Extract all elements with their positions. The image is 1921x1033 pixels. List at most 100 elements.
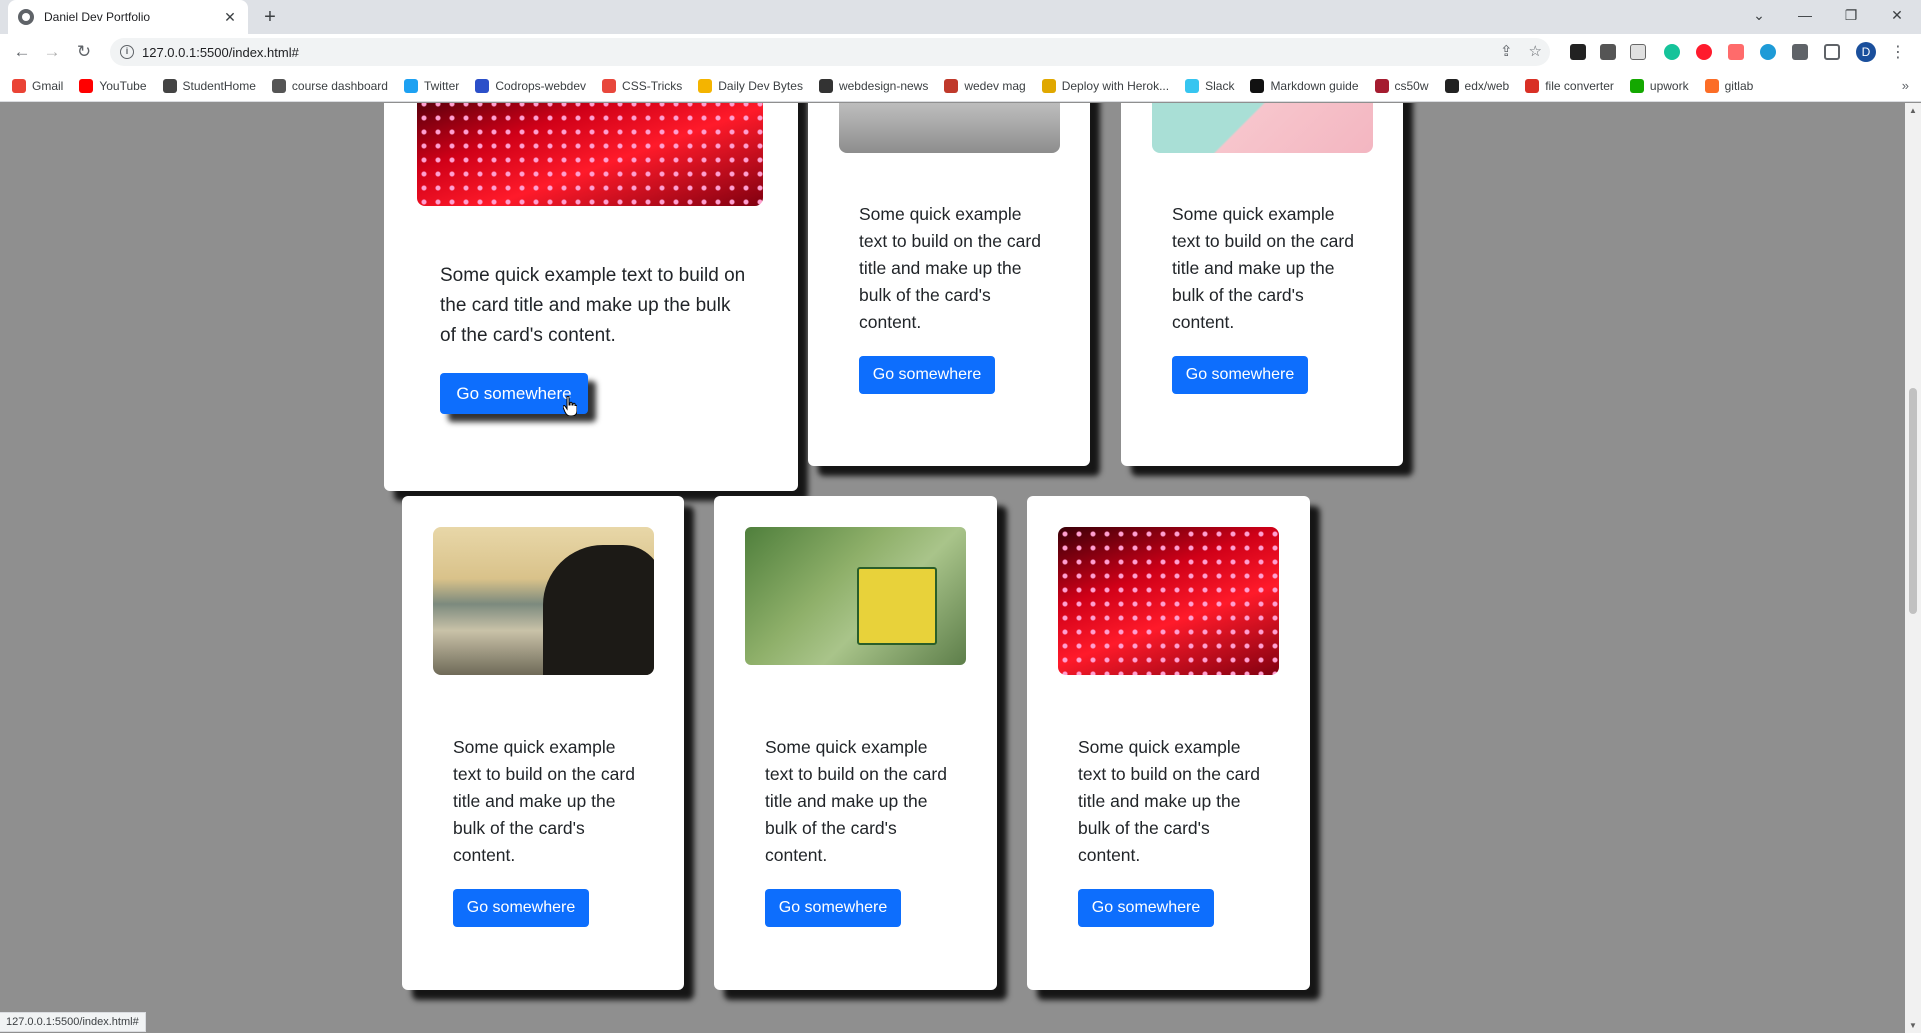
- extension-icon[interactable]: [1728, 44, 1744, 60]
- bookmark-item[interactable]: wedev mag: [944, 78, 1026, 93]
- bookmark-label: Slack: [1205, 78, 1235, 93]
- go-somewhere-button[interactable]: Go somewhere: [859, 356, 995, 394]
- bookmark-label: CSS-Tricks: [622, 78, 683, 93]
- tab-daniel-dev-portfolio[interactable]: Daniel Dev Portfolio ✕: [8, 0, 248, 34]
- bookmark-item[interactable]: Daily Dev Bytes: [698, 78, 803, 93]
- more-menu-icon[interactable]: ⋮: [1890, 42, 1906, 62]
- extension-icon[interactable]: [1760, 44, 1776, 60]
- more-bookmarks-icon[interactable]: »: [1902, 78, 1909, 93]
- bookmark-favicon-icon: [1250, 78, 1265, 93]
- bookmark-item[interactable]: upwork: [1629, 78, 1689, 93]
- bookmark-item[interactable]: Twitter: [403, 78, 459, 93]
- go-somewhere-button[interactable]: Go somewhere: [1078, 889, 1214, 927]
- extension-icon[interactable]: [1570, 44, 1586, 60]
- bookmark-item[interactable]: cs50w: [1374, 78, 1429, 93]
- bookmark-favicon-icon: [1444, 78, 1459, 93]
- extension-icon[interactable]: [1600, 44, 1616, 60]
- bookmark-favicon-icon: [1525, 78, 1540, 93]
- bookmark-label: edx/web: [1464, 78, 1510, 93]
- share-icon[interactable]: ⇪: [1500, 42, 1513, 60]
- browser-toolbar: ← → ↻ i 127.0.0.1:5500/index.html# ⇪ ☆ D…: [0, 34, 1921, 70]
- bookmark-item[interactable]: YouTube: [79, 78, 147, 93]
- scroll-up-icon[interactable]: ▲: [1909, 106, 1917, 115]
- bookmark-label: wedev mag: [964, 78, 1026, 93]
- globe-icon: [18, 9, 34, 25]
- bookmark-item[interactable]: edx/web: [1444, 78, 1510, 93]
- bookmark-favicon-icon: [1374, 78, 1389, 93]
- bookmark-label: upwork: [1649, 78, 1689, 93]
- bookmark-favicon-icon: [1041, 78, 1056, 93]
- bookmark-label: Gmail: [32, 78, 64, 93]
- card-text: Some quick example text to build on the …: [440, 265, 746, 346]
- site-info-icon[interactable]: i: [120, 45, 134, 59]
- opera-icon[interactable]: [1696, 44, 1712, 60]
- bookmark-item[interactable]: course dashboard: [271, 78, 388, 93]
- card-image: [433, 527, 654, 675]
- bookmark-star-icon[interactable]: ☆: [1529, 42, 1542, 60]
- bookmark-item[interactable]: gitlab: [1704, 78, 1753, 93]
- bookmark-item[interactable]: Slack: [1185, 78, 1235, 93]
- bookmark-item[interactable]: Codrops-webdev: [475, 78, 587, 93]
- bookmark-label: Daily Dev Bytes: [718, 78, 803, 93]
- tab-strip: Daniel Dev Portfolio ✕ + ⌄ — ❐ ✕: [0, 0, 1921, 34]
- project-card: Some quick example text to build on the …: [402, 496, 684, 990]
- bookmark-label: Markdown guide: [1270, 78, 1359, 93]
- tab-search-icon[interactable]: ⌄: [1736, 0, 1782, 30]
- bookmark-favicon-icon: [12, 78, 26, 93]
- side-panel-icon[interactable]: [1824, 44, 1840, 60]
- page-scrollbar[interactable]: ▲ ▼: [1905, 103, 1921, 1033]
- close-window-button[interactable]: ✕: [1874, 0, 1920, 30]
- scrollbar-thumb[interactable]: [1909, 388, 1917, 614]
- bookmark-label: file converter: [1545, 78, 1614, 93]
- bookmark-item[interactable]: webdesign-news: [818, 78, 928, 93]
- bookmark-label: cs50w: [1394, 78, 1429, 93]
- reload-button[interactable]: ↻: [72, 41, 96, 63]
- card-image: [1152, 103, 1373, 153]
- forward-button[interactable]: →: [40, 41, 64, 63]
- bookmark-item[interactable]: file converter: [1525, 78, 1614, 93]
- bookmark-label: Codrops-webdev: [495, 78, 587, 93]
- bookmark-item[interactable]: Deploy with Herok...: [1041, 78, 1170, 93]
- card-image: [839, 103, 1060, 153]
- card-text: Some quick example text to build on the …: [1078, 737, 1260, 865]
- bookmark-favicon-icon: [475, 78, 490, 93]
- bookmark-item[interactable]: Markdown guide: [1250, 78, 1359, 93]
- project-card: Some quick example text to build on the …: [1121, 103, 1403, 466]
- project-card: Some quick example text to build on the …: [714, 496, 997, 990]
- bookmark-favicon-icon: [1704, 78, 1719, 93]
- go-somewhere-button[interactable]: Go somewhere: [765, 889, 901, 927]
- bookmark-label: YouTube: [99, 78, 147, 93]
- tab-title: Daniel Dev Portfolio: [44, 10, 151, 24]
- project-card: Some quick example text to build on the …: [808, 103, 1090, 466]
- close-tab-icon[interactable]: ✕: [222, 9, 238, 26]
- bookmark-label: StudentHome: [182, 78, 256, 93]
- project-card: Some quick example text to build on the …: [1027, 496, 1310, 990]
- profile-avatar[interactable]: D: [1856, 42, 1876, 62]
- status-url-bubble: 127.0.0.1:5500/index.html#: [0, 1012, 146, 1032]
- scroll-down-icon[interactable]: ▼: [1909, 1021, 1917, 1030]
- restore-button[interactable]: ❐: [1828, 0, 1874, 30]
- minimize-button[interactable]: —: [1782, 0, 1828, 30]
- bookmark-favicon-icon: [1629, 78, 1644, 93]
- puzzle-icon[interactable]: [1792, 44, 1808, 60]
- bookmarks-bar: Gmail YouTube StudentHome course dashboard T…: [0, 70, 1921, 102]
- back-button[interactable]: ←: [10, 41, 34, 63]
- card-image: [745, 527, 966, 665]
- extension-icon[interactable]: [1630, 44, 1646, 60]
- bookmark-item[interactable]: Gmail: [12, 78, 64, 93]
- bookmark-label: Deploy with Herok...: [1061, 78, 1170, 93]
- go-somewhere-button[interactable]: Go somewhere: [453, 889, 589, 927]
- bookmark-item[interactable]: CSS-Tricks: [602, 78, 683, 93]
- card-text: Some quick example text to build on the …: [859, 204, 1041, 332]
- new-tab-button[interactable]: +: [258, 6, 282, 30]
- bookmark-label: course dashboard: [291, 78, 388, 93]
- bookmark-favicon-icon: [403, 78, 418, 93]
- signup-form-shape: [857, 567, 937, 645]
- grammarly-icon[interactable]: [1664, 44, 1680, 60]
- silhouette-shape: [543, 545, 654, 675]
- go-somewhere-button[interactable]: Go somewhere: [1172, 356, 1308, 394]
- address-bar[interactable]: i 127.0.0.1:5500/index.html# ⇪ ☆: [110, 38, 1550, 66]
- card-text: Some quick example text to build on the …: [453, 737, 635, 865]
- card-image: [1058, 527, 1279, 675]
- bookmark-item[interactable]: StudentHome: [162, 78, 256, 93]
